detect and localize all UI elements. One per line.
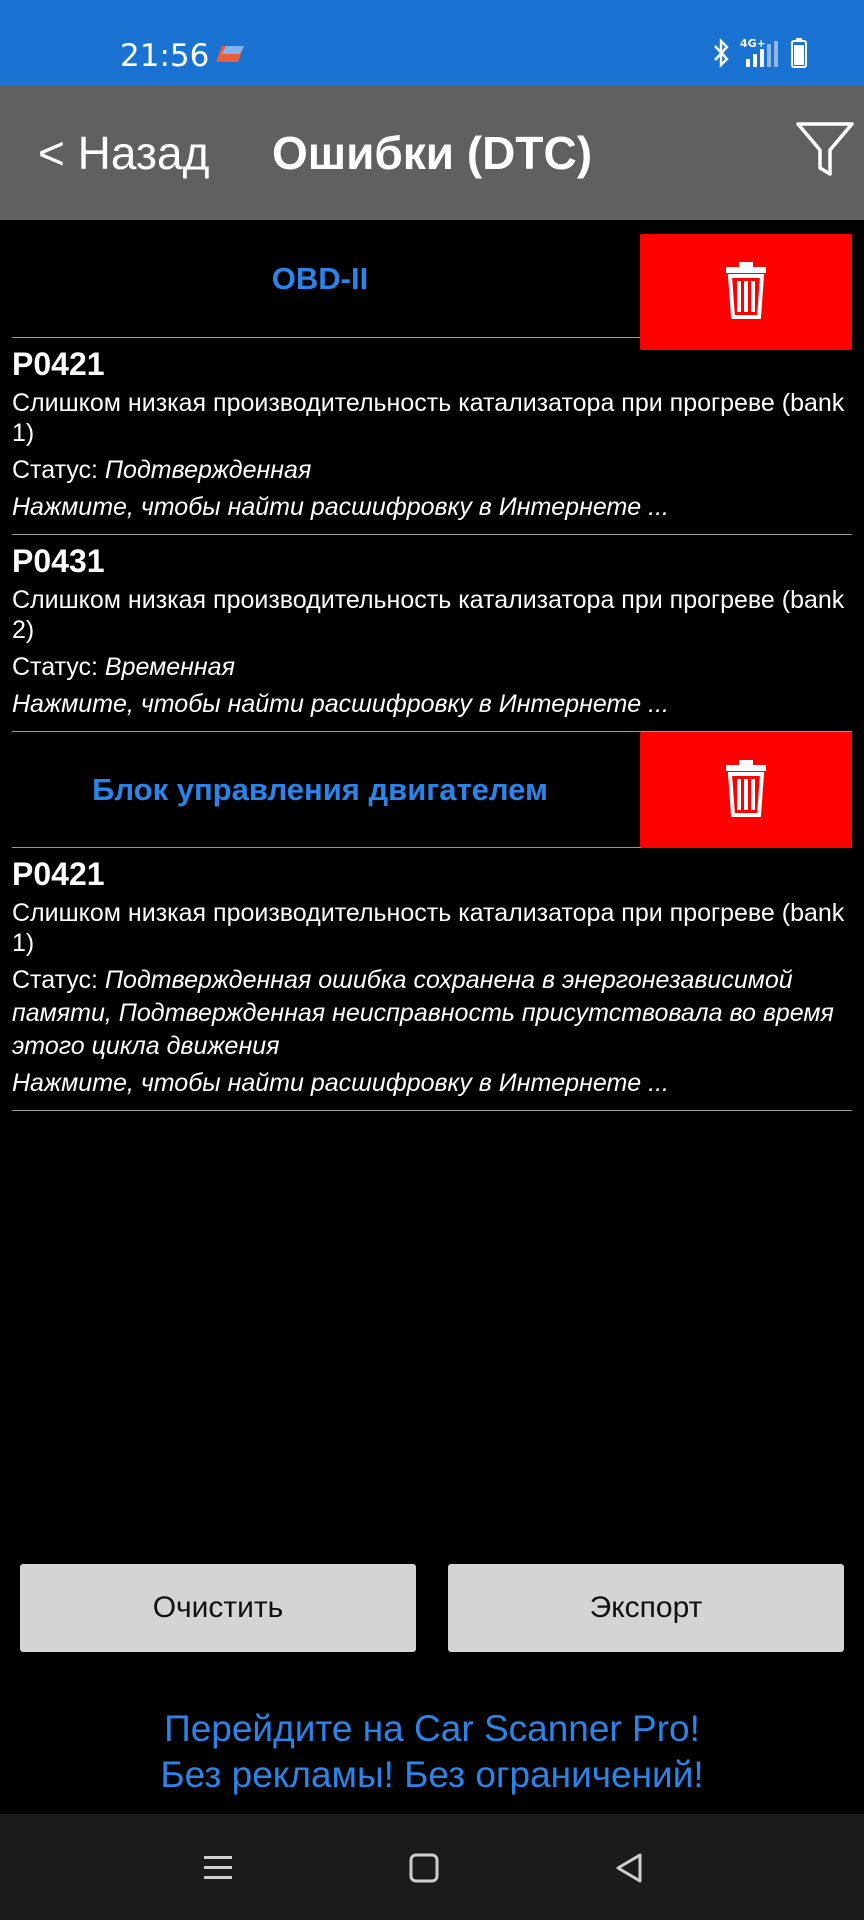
section-header-ecu: Блок управления двигателем: [12, 732, 852, 848]
signal-icon: 4G+: [740, 37, 780, 71]
action-buttons: Очистить Экспорт: [0, 1564, 864, 1652]
app-notification-icon: [216, 44, 246, 69]
dtc-item[interactable]: P0421 Слишком низкая производительность …: [12, 848, 852, 1111]
trash-icon: [725, 759, 767, 822]
dtc-status-label: Статус:: [12, 456, 105, 484]
dtc-status-value: Подтвержденная ошибка сохранена в энерго…: [12, 966, 834, 1060]
dtc-description: Слишком низкая производительность катали…: [12, 899, 845, 957]
dtc-status-label: Статус:: [12, 653, 105, 681]
home-icon[interactable]: [398, 1842, 450, 1894]
dtc-code: P0431: [12, 543, 105, 579]
delete-section-button[interactable]: [640, 234, 852, 350]
dtc-code: P0421: [12, 346, 105, 382]
dtc-item[interactable]: P0431 Слишком низкая производительность …: [12, 535, 852, 732]
bluetooth-icon: [712, 37, 730, 73]
dtc-search-link[interactable]: Нажмите, чтобы найти расшифровку в Интер…: [12, 1067, 852, 1100]
dtc-status: Статус: Временная: [12, 651, 852, 684]
status-time: 21:56: [120, 38, 210, 74]
promo-line-2: Без рекламы! Без ограничений!: [160, 1754, 704, 1795]
dtc-description: Слишком низкая производительность катали…: [12, 389, 845, 447]
system-nav-bar: [0, 1814, 864, 1920]
export-button[interactable]: Экспорт: [448, 1564, 844, 1652]
filter-icon[interactable]: [794, 118, 864, 190]
dtc-search-link[interactable]: Нажмите, чтобы найти расшифровку в Интер…: [12, 688, 852, 721]
dtc-status-value: Подтвержденная: [104, 456, 312, 484]
dtc-search-link[interactable]: Нажмите, чтобы найти расшифровку в Интер…: [12, 491, 852, 524]
nav-bar: < Назад Ошибки (DTC): [0, 86, 864, 220]
dtc-status-value: Временная: [104, 653, 235, 681]
clear-button[interactable]: Очистить: [20, 1564, 416, 1652]
dtc-status: Статус: Подтвержденная: [12, 454, 852, 487]
promo-line-1: Перейдите на Car Scanner Pro!: [164, 1708, 700, 1749]
section-header-obd: OBD-II: [12, 220, 852, 350]
promo-banner[interactable]: Перейдите на Car Scanner Pro! Без реклам…: [0, 1706, 864, 1798]
dtc-status: Статус: Подтвержденная ошибка сохранена …: [12, 964, 852, 1063]
dtc-description: Слишком низкая производительность катали…: [12, 586, 845, 644]
dtc-item[interactable]: P0421 Слишком низкая производительность …: [12, 338, 852, 535]
back-nav-icon[interactable]: [604, 1842, 656, 1894]
section-title: Блок управления двигателем: [92, 772, 548, 807]
section-title: OBD-II: [271, 261, 369, 296]
dtc-status-label: Статус:: [12, 966, 105, 994]
dtc-code: P0421: [12, 856, 105, 892]
status-bar: 21:56 4G+: [0, 0, 864, 86]
back-button[interactable]: < Назад: [38, 86, 209, 220]
menu-icon[interactable]: [192, 1842, 244, 1894]
status-icons: 4G+: [712, 37, 808, 74]
dtc-list: OBD-II P0421 Слишком низкая производител…: [0, 220, 864, 1111]
delete-section-button[interactable]: [640, 732, 852, 848]
battery-icon: [790, 37, 808, 74]
trash-icon: [725, 261, 767, 324]
